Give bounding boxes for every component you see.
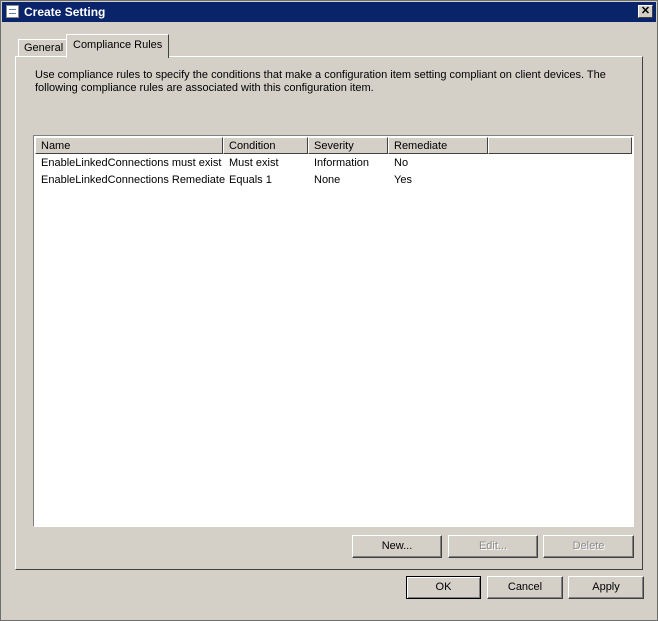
new-rule-button[interactable]: New... bbox=[352, 535, 442, 558]
column-header-name[interactable]: Name bbox=[35, 137, 223, 154]
column-header-severity[interactable]: Severity bbox=[308, 137, 388, 154]
table-row[interactable]: EnableLinkedConnections must exist Must … bbox=[35, 155, 632, 172]
cancel-button[interactable]: Cancel bbox=[487, 576, 563, 599]
tab-general[interactable]: General bbox=[18, 39, 70, 56]
delete-rule-button[interactable]: Delete bbox=[543, 535, 634, 558]
cell-remediate: Yes bbox=[394, 174, 412, 186]
column-header-filler bbox=[488, 137, 632, 154]
cell-name: EnableLinkedConnections Remediate bbox=[41, 174, 226, 186]
intro-text: Use compliance rules to specify the cond… bbox=[35, 69, 606, 94]
compliance-rules-list[interactable]: Name Condition Severity Remediate Enable… bbox=[33, 135, 634, 527]
window-title: Create Setting bbox=[24, 5, 106, 19]
apply-button[interactable]: Apply bbox=[568, 576, 644, 599]
cell-severity: Information bbox=[314, 157, 370, 169]
ok-button[interactable]: OK bbox=[406, 576, 481, 599]
column-header-remediate[interactable]: Remediate bbox=[388, 137, 488, 154]
cell-condition: Must exist bbox=[229, 157, 279, 169]
list-header: Name Condition Severity Remediate bbox=[35, 137, 632, 154]
create-setting-dialog: Create Setting ✕ General Compliance Rule… bbox=[0, 0, 658, 621]
title-bar[interactable]: Create Setting ✕ bbox=[2, 2, 656, 22]
cell-condition: Equals 1 bbox=[229, 174, 272, 186]
edit-rule-button[interactable]: Edit... bbox=[448, 535, 538, 558]
cell-name: EnableLinkedConnections must exist bbox=[41, 157, 222, 169]
cell-severity: None bbox=[314, 174, 341, 186]
window-icon bbox=[6, 5, 19, 18]
tab-compliance-rules[interactable]: Compliance Rules bbox=[66, 34, 170, 58]
column-header-condition[interactable]: Condition bbox=[223, 137, 308, 154]
compliance-rules-panel: Use compliance rules to specify the cond… bbox=[15, 56, 643, 570]
close-icon[interactable]: ✕ bbox=[638, 5, 653, 18]
table-row[interactable]: EnableLinkedConnections Remediate Equals… bbox=[35, 172, 632, 189]
cell-remediate: No bbox=[394, 157, 409, 169]
